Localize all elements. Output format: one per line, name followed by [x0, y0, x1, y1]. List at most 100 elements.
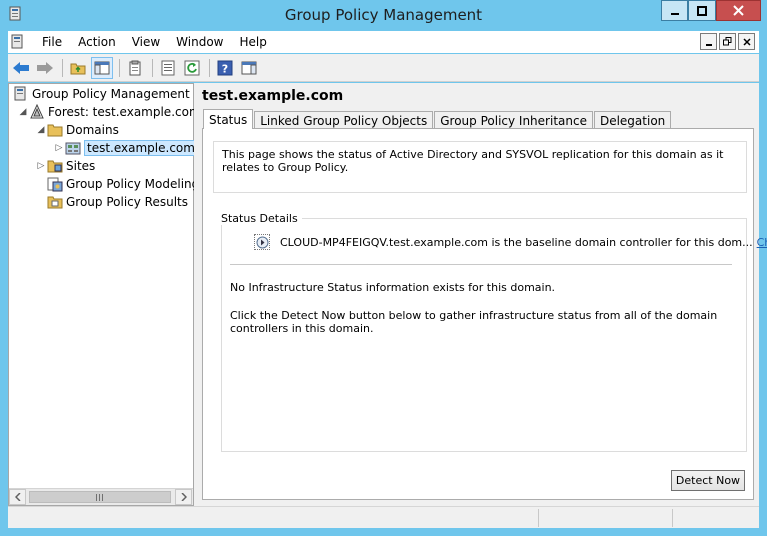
mmc-console-icon[interactable] [10, 34, 26, 50]
minimize-button[interactable] [661, 0, 688, 21]
tree-item-domains[interactable]: ◢ Domains [35, 121, 119, 139]
tab-gp-inheritance[interactable]: Group Policy Inheritance [434, 111, 593, 129]
collapsed-arrow-icon[interactable]: ▷ [35, 161, 47, 171]
menu-help[interactable]: Help [232, 35, 275, 49]
tree-item-gpm-root[interactable]: Group Policy Management [13, 85, 190, 103]
chevron-right-icon [180, 493, 187, 501]
minimize-icon [670, 12, 679, 15]
details-title: test.example.com [202, 88, 344, 104]
back-button[interactable] [10, 57, 32, 79]
tab-delegation[interactable]: Delegation [593, 111, 672, 129]
properties-button[interactable] [157, 57, 179, 79]
tree-label: Forest: test.example.com [48, 105, 201, 119]
expanded-arrow-icon[interactable]: ◢ [17, 107, 29, 117]
scrollbar-thumb[interactable] [29, 491, 171, 503]
tree-label: Group Policy Management [32, 87, 190, 101]
toolbar-separator [119, 58, 120, 77]
toolbar-separator [152, 58, 153, 77]
help-button[interactable]: ? [214, 57, 236, 79]
toolbar: ? [8, 54, 759, 82]
close-button[interactable] [716, 0, 761, 21]
restore-icon [723, 37, 732, 46]
status-details-group: CLOUD-MP4FEIGQV.test.example.com is the … [221, 218, 767, 452]
svg-text:?: ? [222, 62, 228, 75]
menu-file[interactable]: File [34, 35, 70, 49]
detect-instructions: Click the Detect Now button below to gat… [230, 309, 718, 335]
maximize-button[interactable] [688, 0, 716, 21]
child-restore-button[interactable] [719, 33, 736, 50]
details-pane: test.example.com Status Linked Group Pol… [199, 83, 767, 506]
child-window-controls [700, 33, 755, 50]
baseline-dc-text: CLOUD-MP4FEIGQV.test.example.com is the … [280, 235, 753, 249]
scroll-left-button[interactable] [9, 489, 26, 505]
status-bar-separator [672, 509, 673, 527]
folder-up-icon [70, 63, 86, 74]
refresh-icon [184, 60, 200, 75]
gpmc-icon [14, 86, 26, 101]
tree-label: Group Policy Results [66, 195, 189, 209]
status-bar [8, 506, 759, 528]
tree-horizontal-scrollbar[interactable] [9, 488, 193, 505]
tree-item-forest[interactable]: ◢ Forest: test.example.com [17, 103, 201, 121]
help-icon: ? [217, 60, 233, 75]
change-baseline-link[interactable]: Change [757, 236, 767, 249]
detect-now-button[interactable]: Detect Now [671, 470, 745, 491]
status-tab-panel: This page shows the status of Active Dir… [202, 128, 767, 500]
close-icon [733, 5, 744, 16]
tree-item-domain[interactable]: ▷ test.example.com [53, 139, 198, 157]
menu-view[interactable]: View [124, 35, 168, 49]
status-bar-separator [538, 509, 539, 527]
results-icon [47, 196, 63, 209]
tree-item-sites[interactable]: ▷ Sites [35, 157, 96, 175]
tree-label: Group Policy Modeling [66, 177, 200, 191]
tree-item-modeling[interactable]: Group Policy Modeling [47, 175, 199, 193]
toolbar-separator [62, 58, 63, 77]
forward-button[interactable] [34, 57, 56, 79]
domain-icon [65, 142, 81, 155]
folder-icon [47, 124, 63, 137]
toolbar-separator [209, 58, 210, 77]
back-arrow-icon [13, 61, 29, 74]
menu-window[interactable]: Window [168, 35, 231, 49]
expanded-arrow-icon[interactable]: ◢ [35, 125, 47, 135]
expand-details-button[interactable] [254, 234, 270, 250]
console-tree[interactable]: Group Policy Management ◢ Forest: test.e… [8, 83, 201, 506]
status-details-label: Status Details [221, 212, 302, 225]
collapsed-arrow-icon[interactable]: ▷ [53, 143, 65, 153]
modeling-icon [47, 177, 63, 192]
menu-action[interactable]: Action [70, 35, 124, 49]
grip-icon [96, 493, 103, 501]
child-close-button[interactable] [738, 33, 755, 50]
status-divider [230, 264, 732, 265]
app-window: Group Policy Management File Action View… [0, 0, 767, 536]
window-title: Group Policy Management [284, 6, 483, 24]
tree-label: Domains [66, 123, 119, 137]
tab-linked-gpos[interactable]: Linked Group Policy Objects [254, 111, 434, 129]
minimize-icon [705, 43, 712, 46]
no-infrastructure-message: No Infrastructure Status information exi… [230, 281, 556, 294]
maximize-icon [697, 5, 707, 16]
tree-item-results[interactable]: Group Policy Results [47, 193, 188, 211]
show-hide-console-tree-button[interactable] [91, 56, 113, 79]
properties-page-icon [161, 60, 175, 75]
chevron-left-icon [14, 493, 21, 501]
expand-circle-icon [256, 236, 268, 248]
scroll-right-button[interactable] [175, 489, 192, 505]
copy-button[interactable] [124, 57, 146, 79]
menu-bar: File Action View Window Help [8, 31, 759, 53]
close-icon [742, 37, 751, 46]
baseline-dc-row: CLOUD-MP4FEIGQV.test.example.com is the … [254, 234, 767, 250]
sites-icon [47, 160, 63, 173]
title-bar[interactable]: Group Policy Management [0, 0, 767, 30]
show-action-pane-button[interactable] [238, 57, 260, 79]
forward-arrow-icon [37, 61, 53, 74]
child-minimize-button[interactable] [700, 33, 717, 50]
console-tree-icon [94, 61, 110, 74]
tree-label: Sites [66, 159, 96, 173]
tree-label: test.example.com [84, 140, 198, 156]
refresh-button[interactable] [181, 57, 203, 79]
up-one-level-button[interactable] [67, 57, 89, 79]
tab-status[interactable]: Status [203, 109, 254, 129]
forest-icon [30, 104, 44, 119]
tab-strip: Status Linked Group Policy Objects Group… [203, 109, 672, 129]
